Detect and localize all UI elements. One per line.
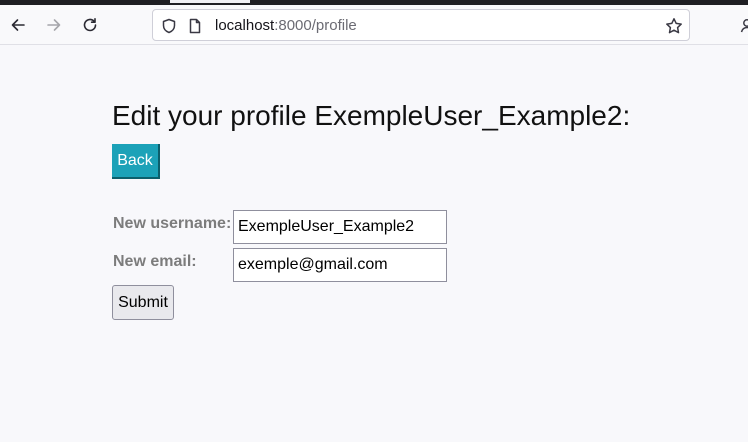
shield-icon[interactable] (161, 18, 177, 34)
reload-button[interactable] (76, 11, 104, 39)
reload-icon (83, 18, 97, 32)
email-label: New email: (113, 253, 197, 270)
page-title: Edit your profile ExempleUser_Example2: (112, 100, 631, 131)
back-button[interactable]: Back (112, 144, 160, 179)
username-label: New username: (113, 215, 232, 232)
page-content: Edit your profile ExempleUser_Example2: … (0, 46, 748, 442)
forward-arrow-icon (47, 19, 61, 31)
submit-button[interactable]: Submit (112, 285, 174, 320)
url-host: localhost (215, 17, 275, 34)
star-icon[interactable] (665, 17, 683, 35)
back-navigation-button[interactable] (4, 11, 32, 39)
username-input[interactable] (233, 210, 447, 244)
active-tab-indicator[interactable] (170, 0, 250, 3)
url-path: :8000/profile (274, 17, 357, 34)
back-arrow-icon (11, 19, 25, 31)
url-text[interactable]: localhost:8000/profile (215, 17, 357, 35)
browser-toolbar: localhost:8000/profile (0, 5, 748, 45)
forward-navigation-button[interactable] (40, 11, 68, 39)
toolbar-overflow-icon[interactable] (739, 17, 748, 33)
address-bar[interactable]: localhost:8000/profile (152, 9, 690, 41)
email-input[interactable] (233, 248, 447, 282)
page-icon[interactable] (187, 18, 203, 34)
